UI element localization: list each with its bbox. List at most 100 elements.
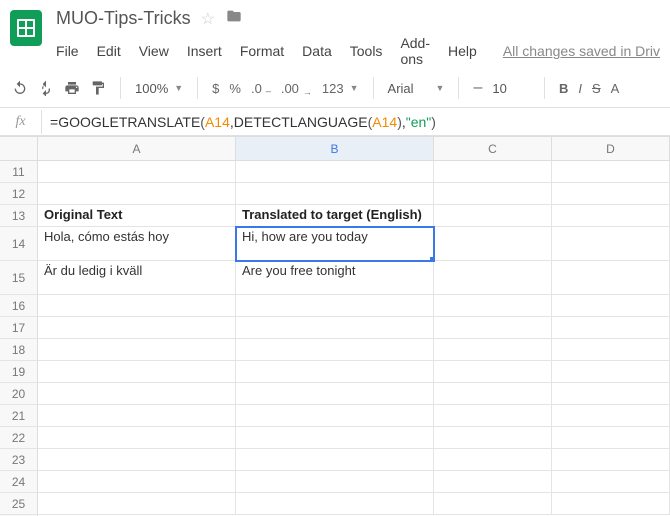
row-header[interactable]: 19 xyxy=(0,361,37,383)
cell[interactable] xyxy=(38,295,236,317)
row-header[interactable]: 15 xyxy=(0,261,37,295)
cell[interactable] xyxy=(552,183,670,205)
cell[interactable] xyxy=(38,449,236,471)
number-format-dropdown[interactable]: 123▼ xyxy=(322,81,359,96)
cell[interactable] xyxy=(552,317,670,339)
cell-b14-selected[interactable]: Hi, how are you today xyxy=(236,227,434,261)
cell[interactable] xyxy=(236,339,434,361)
cell[interactable] xyxy=(552,261,670,295)
bold-button[interactable]: B xyxy=(559,81,568,96)
cell-b15[interactable]: Are you free tonight xyxy=(236,261,434,295)
select-all-corner[interactable] xyxy=(0,137,37,161)
cell[interactable] xyxy=(434,295,552,317)
cell[interactable] xyxy=(38,339,236,361)
cell[interactable] xyxy=(38,183,236,205)
row-header[interactable]: 13 xyxy=(0,205,37,227)
cell[interactable] xyxy=(434,205,552,227)
cell[interactable] xyxy=(434,427,552,449)
cell[interactable] xyxy=(236,183,434,205)
cell[interactable] xyxy=(434,161,552,183)
sheets-logo[interactable] xyxy=(10,10,42,46)
zoom-dropdown[interactable]: 100%▼ xyxy=(135,81,183,96)
cell[interactable] xyxy=(552,405,670,427)
menu-addons[interactable]: Add-ons xyxy=(400,35,430,67)
cell[interactable] xyxy=(236,427,434,449)
menu-file[interactable]: File xyxy=(56,43,79,59)
cell[interactable] xyxy=(434,261,552,295)
cell[interactable] xyxy=(236,471,434,493)
cell[interactable] xyxy=(434,361,552,383)
cell[interactable] xyxy=(38,493,236,515)
font-dropdown[interactable]: Arial▼ xyxy=(388,81,445,96)
currency-button[interactable]: $ xyxy=(212,81,219,96)
italic-button[interactable]: I xyxy=(578,81,582,96)
paintformat-button[interactable] xyxy=(90,80,106,96)
row-header[interactable]: 18 xyxy=(0,339,37,361)
cell[interactable] xyxy=(552,449,670,471)
cell[interactable] xyxy=(434,449,552,471)
cell[interactable] xyxy=(38,361,236,383)
cell-b13[interactable]: Translated to target (English) xyxy=(236,205,434,227)
menu-view[interactable]: View xyxy=(139,43,169,59)
menu-help[interactable]: Help xyxy=(448,43,477,59)
cell[interactable] xyxy=(552,295,670,317)
text-color-button[interactable]: A xyxy=(611,81,620,96)
row-header[interactable]: 22 xyxy=(0,427,37,449)
print-button[interactable] xyxy=(64,80,80,96)
folder-icon[interactable] xyxy=(225,8,243,29)
menu-format[interactable]: Format xyxy=(240,43,284,59)
cell[interactable] xyxy=(38,405,236,427)
redo-button[interactable] xyxy=(38,80,54,96)
cell-a13[interactable]: Original Text xyxy=(38,205,236,227)
row-header[interactable]: 11 xyxy=(0,161,37,183)
menu-edit[interactable]: Edit xyxy=(97,43,121,59)
menu-insert[interactable]: Insert xyxy=(187,43,222,59)
cell[interactable] xyxy=(552,161,670,183)
document-title[interactable]: MUO-Tips-Tricks xyxy=(56,8,191,29)
save-status[interactable]: All changes saved in Driv xyxy=(503,43,660,59)
cell[interactable] xyxy=(38,383,236,405)
font-size-decrease[interactable]: – xyxy=(473,79,482,97)
undo-button[interactable] xyxy=(12,80,28,96)
cell[interactable] xyxy=(552,227,670,261)
cell[interactable] xyxy=(552,383,670,405)
cell[interactable] xyxy=(38,161,236,183)
cell[interactable] xyxy=(236,383,434,405)
cell[interactable] xyxy=(434,339,552,361)
cell[interactable] xyxy=(236,493,434,515)
menu-data[interactable]: Data xyxy=(302,43,332,59)
cell-a14[interactable]: Hola, cómo estás hoy xyxy=(38,227,236,261)
star-icon[interactable]: ☆ xyxy=(201,9,215,29)
col-header-d[interactable]: D xyxy=(552,137,670,160)
row-header[interactable]: 17 xyxy=(0,317,37,339)
increase-decimal-button[interactable]: .00→ xyxy=(281,81,312,96)
row-header[interactable]: 23 xyxy=(0,449,37,471)
cell[interactable] xyxy=(552,427,670,449)
row-header[interactable]: 12 xyxy=(0,183,37,205)
cell[interactable] xyxy=(38,317,236,339)
row-header[interactable]: 21 xyxy=(0,405,37,427)
cell[interactable] xyxy=(434,383,552,405)
cell[interactable] xyxy=(552,361,670,383)
menu-tools[interactable]: Tools xyxy=(350,43,383,59)
cell[interactable] xyxy=(38,427,236,449)
cell[interactable] xyxy=(38,471,236,493)
cell[interactable] xyxy=(236,449,434,471)
col-header-c[interactable]: C xyxy=(434,137,552,160)
cell[interactable] xyxy=(434,493,552,515)
cell[interactable] xyxy=(236,295,434,317)
row-header[interactable]: 24 xyxy=(0,471,37,493)
cell[interactable] xyxy=(552,493,670,515)
cell[interactable] xyxy=(552,205,670,227)
strike-button[interactable]: S xyxy=(592,81,601,96)
cell[interactable] xyxy=(434,317,552,339)
row-header[interactable]: 16 xyxy=(0,295,37,317)
cell[interactable] xyxy=(236,161,434,183)
col-header-a[interactable]: A xyxy=(38,137,236,160)
cell[interactable] xyxy=(434,471,552,493)
col-header-b[interactable]: B xyxy=(236,137,434,160)
cell[interactable] xyxy=(236,317,434,339)
cell[interactable] xyxy=(434,405,552,427)
cell[interactable] xyxy=(236,405,434,427)
cell[interactable] xyxy=(552,471,670,493)
